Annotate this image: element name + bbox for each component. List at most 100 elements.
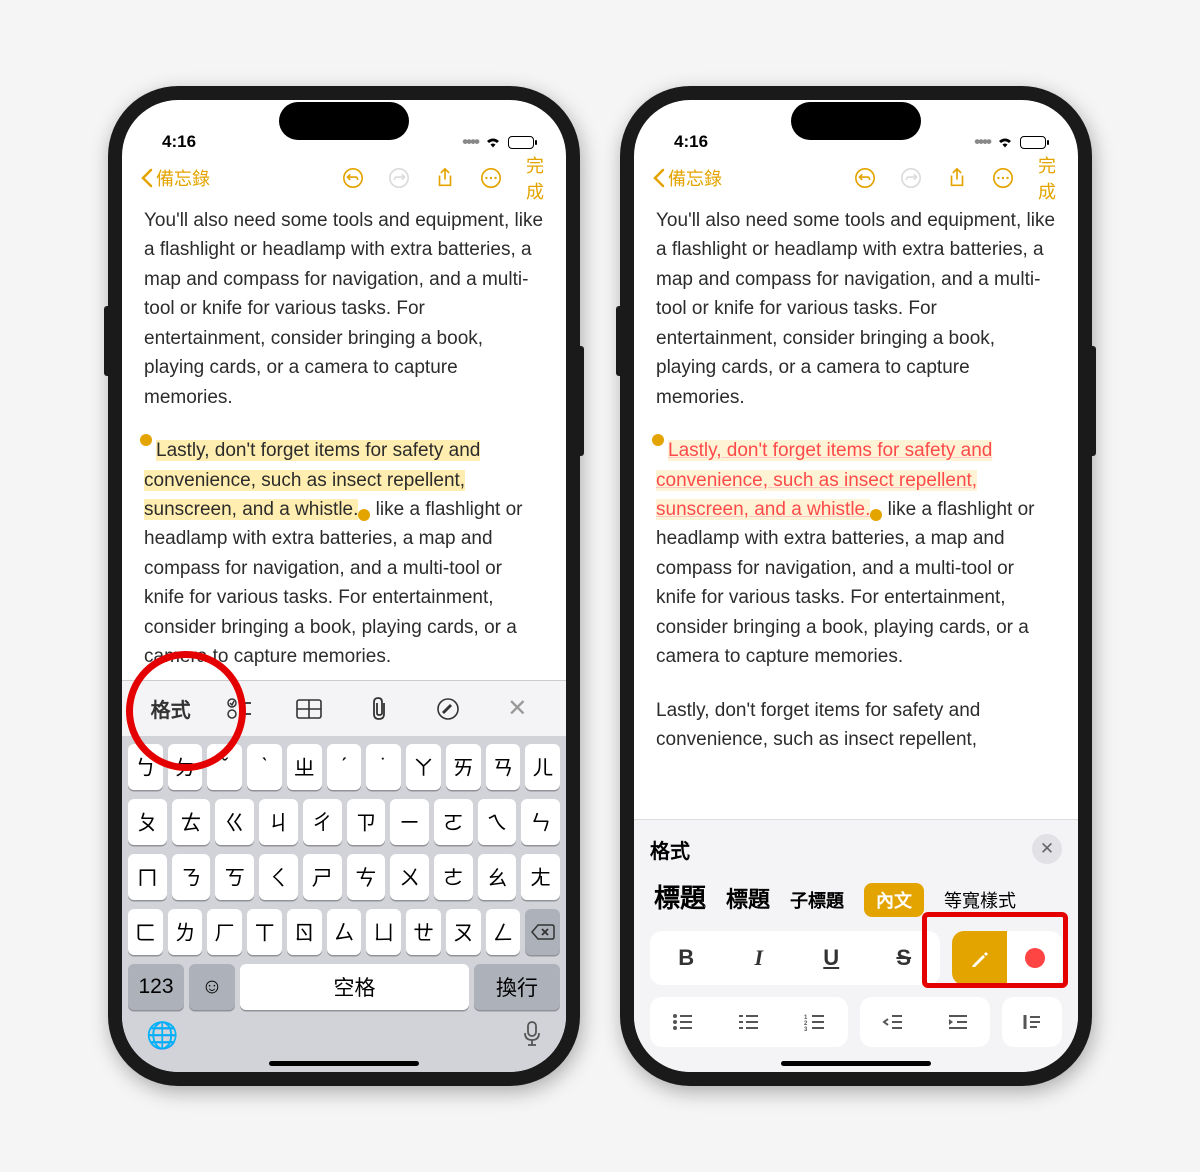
note-content[interactable]: You'll also need some tools and equipmen… — [634, 202, 1078, 819]
key[interactable]: ㄜ — [434, 854, 473, 900]
undo-icon[interactable] — [854, 167, 876, 189]
wifi-icon — [484, 135, 502, 149]
key[interactable]: ㄙ — [327, 909, 362, 955]
selection-handle-start[interactable] — [652, 434, 664, 446]
emoji-key[interactable]: ☺ — [189, 964, 235, 1010]
key[interactable]: ㄦ — [525, 744, 560, 790]
key[interactable]: ㄢ — [486, 744, 521, 790]
key[interactable]: ㄤ — [521, 854, 560, 900]
key-row-2: ㄆㄊㄍㄐㄔㄗㄧㄛㄟㄣ — [128, 799, 560, 845]
style-heading[interactable]: 標題 — [726, 882, 770, 914]
return-key[interactable]: 換行 — [474, 964, 560, 1010]
key[interactable]: ㄅ — [128, 744, 163, 790]
key-row-4: ㄈㄌㄏㄒㄖㄙㄩㄝㄡㄥ — [128, 909, 560, 955]
key[interactable]: ㄏ — [207, 909, 242, 955]
key[interactable]: ㄖ — [287, 909, 322, 955]
key[interactable]: ㄥ — [486, 909, 521, 955]
annotation-rect — [922, 912, 1068, 988]
key[interactable]: ㄟ — [478, 799, 517, 845]
undo-icon[interactable] — [342, 167, 364, 189]
dynamic-island — [279, 102, 409, 140]
home-indicator[interactable] — [269, 1061, 419, 1066]
table-icon[interactable] — [289, 689, 329, 729]
more-icon[interactable] — [480, 167, 502, 189]
key[interactable]: ㄘ — [347, 854, 386, 900]
indent-icon[interactable] — [925, 997, 990, 1047]
close-icon[interactable]: ✕ — [497, 689, 537, 729]
key[interactable]: ㄆ — [128, 799, 167, 845]
blockquote-icon[interactable] — [1002, 997, 1062, 1047]
key[interactable]: ㄕ — [303, 854, 342, 900]
outdent-icon[interactable] — [860, 997, 925, 1047]
bold-button[interactable]: B — [650, 931, 723, 985]
markup-icon[interactable] — [428, 689, 468, 729]
backspace-key[interactable] — [525, 909, 560, 955]
space-key[interactable]: 空格 — [240, 964, 469, 1010]
key[interactable]: ˊ — [327, 744, 362, 790]
key[interactable]: ㄗ — [347, 799, 386, 845]
key-row-3: ㄇㄋㄎㄑㄕㄘㄨㄜㄠㄤ — [128, 854, 560, 900]
number-list-icon[interactable]: 123 — [782, 997, 848, 1047]
key[interactable]: ㄇ — [128, 854, 167, 900]
done-button[interactable]: 完成 — [526, 167, 548, 189]
key[interactable]: ㄡ — [446, 909, 481, 955]
indent-group — [860, 997, 990, 1047]
italic-button[interactable]: I — [723, 931, 796, 985]
key[interactable]: ㄎ — [215, 854, 254, 900]
key[interactable]: ㄛ — [434, 799, 473, 845]
key[interactable]: ˙ — [366, 744, 401, 790]
key[interactable]: ㄞ — [446, 744, 481, 790]
key[interactable]: ㄧ — [390, 799, 429, 845]
more-icon[interactable] — [992, 167, 1014, 189]
mic-icon[interactable] — [522, 1020, 542, 1051]
selection-handle-end[interactable] — [358, 509, 370, 521]
key[interactable]: ㄑ — [259, 854, 298, 900]
selection-handle-start[interactable] — [140, 434, 152, 446]
done-button[interactable]: 完成 — [1038, 167, 1060, 189]
key[interactable]: ㄊ — [172, 799, 211, 845]
back-button[interactable]: 備忘錄 — [140, 165, 210, 191]
key[interactable]: ㄒ — [247, 909, 282, 955]
keyboard-toolbar: 格式 ✕ — [122, 680, 566, 736]
note-paragraph-sel: Lastly, don't forget items for safety an… — [656, 436, 1056, 672]
checklist-icon[interactable] — [220, 689, 260, 729]
dash-list-icon[interactable] — [716, 997, 782, 1047]
key[interactable]: ㄍ — [215, 799, 254, 845]
key[interactable]: ㄈ — [128, 909, 163, 955]
style-body[interactable]: 內文 — [864, 883, 924, 917]
key[interactable]: ㄔ — [303, 799, 342, 845]
style-subheading[interactable]: 子標題 — [790, 887, 844, 913]
key[interactable]: ㄚ — [406, 744, 441, 790]
share-icon[interactable] — [434, 167, 456, 189]
num-key[interactable]: 123 — [128, 964, 184, 1010]
key[interactable]: ㄉ — [168, 744, 203, 790]
dynamic-island — [791, 102, 921, 140]
format-button[interactable]: 格式 — [151, 689, 191, 729]
key[interactable]: ㄝ — [406, 909, 441, 955]
style-title[interactable]: 標題 — [654, 878, 706, 915]
key[interactable]: ㄣ — [521, 799, 560, 845]
key[interactable]: ㄌ — [168, 909, 203, 955]
underline-button[interactable]: U — [795, 931, 868, 985]
close-icon[interactable]: ✕ — [1032, 834, 1062, 864]
note-content[interactable]: You'll also need some tools and equipmen… — [122, 202, 566, 680]
home-indicator[interactable] — [781, 1061, 931, 1066]
back-button[interactable]: 備忘錄 — [652, 165, 722, 191]
nav-bar: 備忘錄 完成 — [122, 154, 566, 202]
key[interactable]: ㄓ — [287, 744, 322, 790]
key[interactable]: ㄨ — [390, 854, 429, 900]
key[interactable]: ㄠ — [478, 854, 517, 900]
selection-handle-end[interactable] — [870, 509, 882, 521]
key[interactable]: ㄩ — [366, 909, 401, 955]
style-mono[interactable]: 等寬樣式 — [944, 887, 1016, 913]
globe-icon[interactable]: 🌐 — [146, 1020, 178, 1051]
share-icon[interactable] — [946, 167, 968, 189]
key[interactable]: ㄋ — [172, 854, 211, 900]
attachment-icon[interactable] — [359, 689, 399, 729]
key[interactable]: ˇ — [207, 744, 242, 790]
keyboard[interactable]: ㄅㄉˇˋㄓˊ˙ㄚㄞㄢㄦ ㄆㄊㄍㄐㄔㄗㄧㄛㄟㄣ ㄇㄋㄎㄑㄕㄘㄨㄜㄠㄤ ㄈㄌㄏㄒㄖㄙ… — [122, 736, 566, 1072]
key[interactable]: ㄐ — [259, 799, 298, 845]
bullet-list-icon[interactable] — [650, 997, 716, 1047]
redo-icon — [900, 167, 922, 189]
key[interactable]: ˋ — [247, 744, 282, 790]
